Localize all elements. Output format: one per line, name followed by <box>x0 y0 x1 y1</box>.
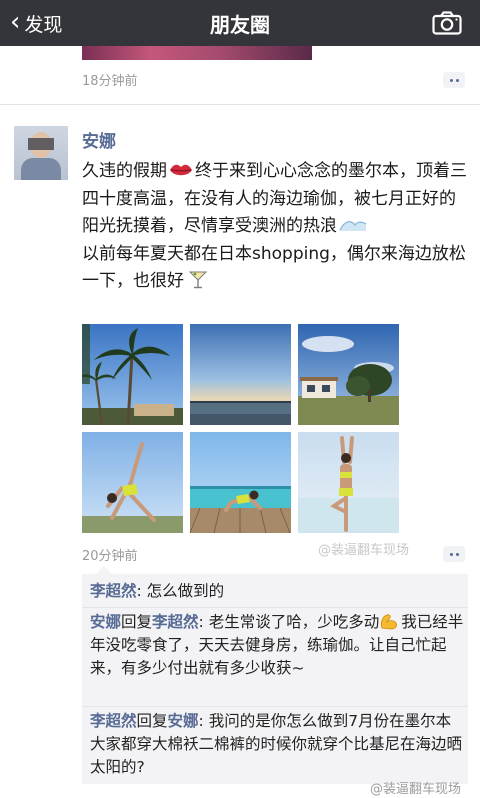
photo-yoga-pier[interactable] <box>190 432 291 533</box>
comment-divider <box>82 607 468 608</box>
comment-author[interactable]: 李超然 <box>90 712 137 730</box>
previous-post-time: 18分钟前 <box>82 74 138 89</box>
watermark-text: @装逼翻车现场 <box>318 543 410 558</box>
comment-1[interactable]: 李超然: 怎么做到的 <box>90 580 464 603</box>
post-text: 久违的假期 终于来到心心念念的墨尔本，顶着三四十度高温，在没有人的海边瑜伽，被七月… <box>82 158 472 296</box>
post-text-part-1: 久违的假期 <box>82 161 167 181</box>
post-text-part-3: 以前每年夏天都在日本shopping，偶尔来海边放松一下，也很好 <box>82 243 466 292</box>
comment-text: 老生常谈了哈，少吃多动 <box>208 613 380 631</box>
nav-bar: ‹ 发现 朋友圈 <box>0 0 480 46</box>
photo-tree-pose[interactable] <box>298 432 399 533</box>
more-options-icon[interactable] <box>443 546 465 562</box>
camera-icon[interactable] <box>432 11 462 35</box>
photo-sunset-sea[interactable] <box>190 324 291 425</box>
previous-post-image[interactable] <box>82 46 312 60</box>
lips-emoji-icon <box>170 164 192 176</box>
reply-to-user[interactable]: 安娜 <box>168 712 199 730</box>
page-title: 朋友圈 <box>210 12 270 37</box>
post-author[interactable]: 安娜 <box>82 127 116 152</box>
comment-text: 怎么做到的 <box>146 582 225 600</box>
wave-emoji-icon <box>339 221 367 231</box>
comment-divider <box>82 706 468 707</box>
flexed-biceps-emoji-icon <box>381 614 398 630</box>
photo-yoga-grass[interactable] <box>82 432 183 533</box>
photo-coastal-house[interactable] <box>298 324 399 425</box>
photo-grid <box>82 324 400 534</box>
post-time: 20分钟前 <box>82 549 138 564</box>
comment-2[interactable]: 安娜回复李超然: 老生常谈了哈，少吃多动 我已经半年没吃零食了，天天去健身房，练瑜… <box>90 611 464 680</box>
comment-author[interactable]: 安娜 <box>90 613 121 631</box>
reply-word: 回复 <box>136 712 168 730</box>
cocktail-emoji-icon <box>188 271 208 289</box>
divider <box>0 104 480 105</box>
comment-3[interactable]: 李超然回复安娜: 我问的是你怎么做到7月份在墨尔本大家都穿大棉袄二棉裤的时候你就… <box>90 710 464 779</box>
avatar[interactable] <box>14 126 68 180</box>
more-options-icon[interactable] <box>443 72 465 88</box>
reply-word: 回复 <box>121 613 153 631</box>
comment-author[interactable]: 李超然 <box>90 582 137 600</box>
photo-palm-trees[interactable] <box>82 324 183 425</box>
watermark-bottom: @装逼翻车现场 <box>370 782 462 797</box>
comments-panel: 李超然: 怎么做到的 安娜回复李超然: 老生常谈了哈，少吃多动 我已经半年没吃零食… <box>82 566 468 784</box>
reply-to-user[interactable]: 李超然 <box>152 613 199 631</box>
